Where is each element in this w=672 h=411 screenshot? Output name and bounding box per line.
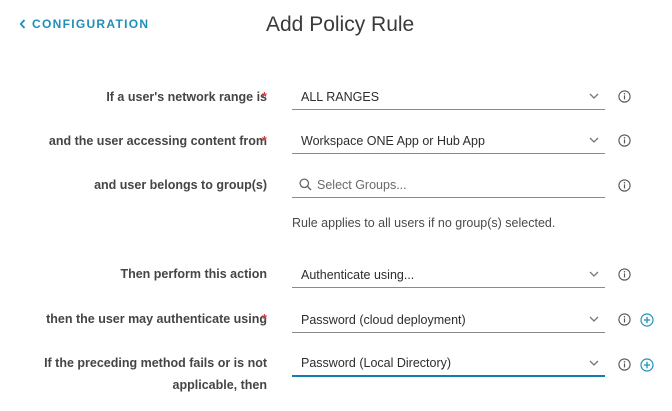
fallback-method-value: Password (Local Directory) (301, 356, 452, 370)
device-type-value: Workspace ONE App or Hub App (301, 133, 485, 148)
device-type-select[interactable]: Workspace ONE App or Hub App (292, 128, 605, 154)
chevron-down-icon (589, 271, 599, 277)
required-marker: * (262, 312, 267, 326)
device-type-label: and the user accessing content from (48, 134, 267, 148)
add-policy-rule-page: CONFIGURATION Add Policy Rule If a user'… (0, 0, 672, 411)
auth-method-select[interactable]: Password (cloud deployment) (292, 307, 605, 333)
info-icon[interactable] (618, 358, 631, 371)
auth-method-value: Password (cloud deployment) (301, 312, 466, 327)
chevron-down-icon (589, 137, 599, 143)
required-marker: * (262, 90, 267, 104)
search-icon (299, 178, 312, 191)
groups-label: and user belongs to group(s) (94, 178, 267, 192)
chevron-down-icon (589, 93, 599, 99)
info-icon[interactable] (618, 90, 631, 103)
add-auth-method-plus-icon[interactable] (640, 313, 654, 327)
page-title: Add Policy Rule (266, 13, 415, 36)
info-icon[interactable] (618, 134, 631, 147)
action-value: Authenticate using... (301, 267, 415, 282)
chevron-down-icon (589, 316, 599, 322)
back-link-label: CONFIGURATION (32, 17, 150, 31)
network-range-select[interactable]: ALL RANGES (292, 84, 605, 110)
info-icon[interactable] (618, 179, 631, 192)
action-label: Then perform this action (120, 267, 267, 281)
chevron-left-icon (19, 19, 26, 29)
add-fallback-method-plus-icon[interactable] (640, 358, 654, 372)
chevron-down-icon (589, 360, 599, 366)
network-range-label: If a user's network range is (106, 90, 267, 104)
action-select[interactable]: Authenticate using... (292, 262, 605, 288)
fallback-method-select[interactable]: Password (Local Directory) (292, 351, 605, 377)
info-icon[interactable] (618, 313, 631, 326)
info-icon[interactable] (618, 268, 631, 281)
groups-helper-text: Rule applies to all users if no group(s)… (292, 216, 556, 230)
network-range-value: ALL RANGES (301, 89, 380, 104)
groups-search-input[interactable]: Select Groups... (292, 172, 605, 198)
auth-method-label: then the user may authenticate using (46, 312, 267, 326)
back-to-configuration-link[interactable]: CONFIGURATION (19, 17, 149, 31)
groups-placeholder: Select Groups... (317, 177, 407, 192)
required-marker: * (262, 134, 267, 148)
fallback-label: If the preceding method fails or is not … (44, 356, 267, 392)
